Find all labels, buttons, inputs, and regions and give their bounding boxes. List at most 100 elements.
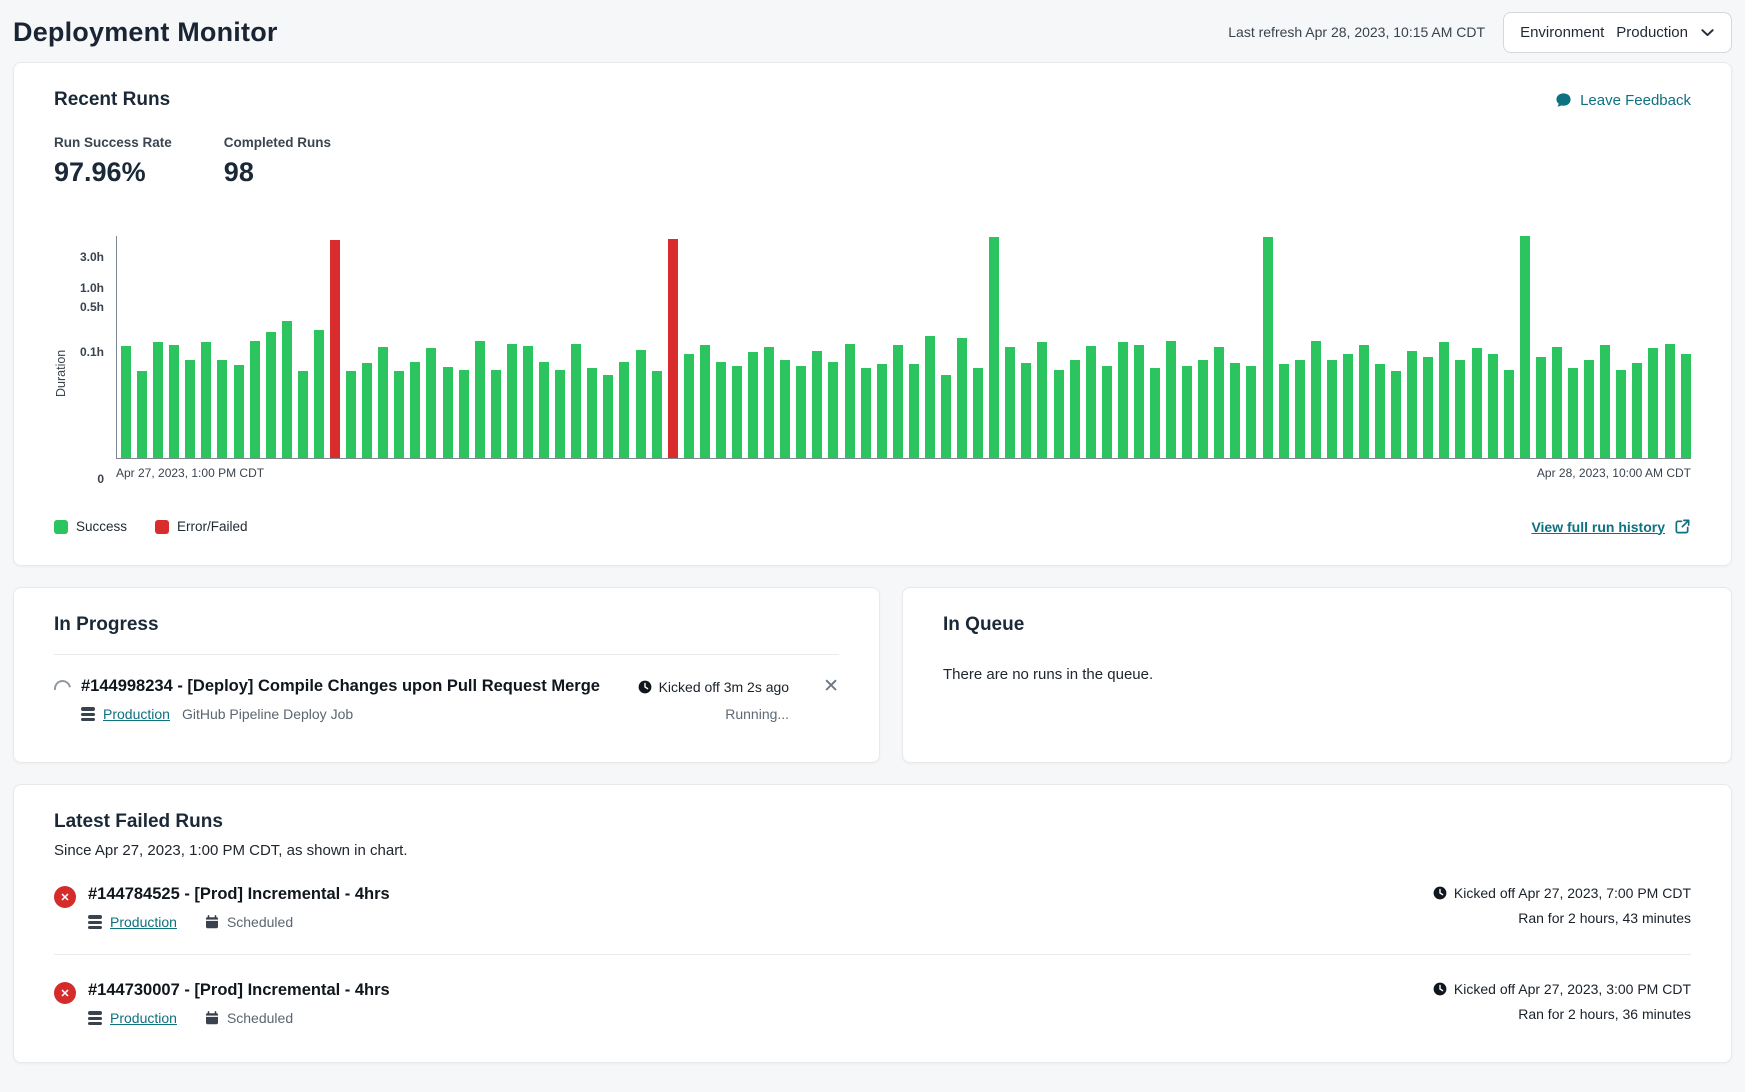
- run-bar[interactable]: [1279, 364, 1289, 458]
- run-bar[interactable]: [732, 366, 742, 458]
- run-bar[interactable]: [1407, 351, 1417, 458]
- run-bar[interactable]: [234, 365, 244, 458]
- run-bar[interactable]: [1504, 370, 1514, 458]
- leave-feedback-link[interactable]: Leave Feedback: [1555, 92, 1691, 109]
- run-bar[interactable]: [957, 338, 967, 458]
- run-bar[interactable]: [989, 237, 999, 458]
- run-bar[interactable]: [282, 321, 292, 458]
- run-bar[interactable]: [861, 368, 871, 458]
- view-full-run-history-link[interactable]: View full run history: [1531, 518, 1691, 535]
- run-bar[interactable]: [780, 360, 790, 458]
- run-bar[interactable]: [973, 368, 983, 458]
- run-bar[interactable]: [1391, 371, 1401, 458]
- run-bar[interactable]: [587, 368, 597, 458]
- run-bar[interactable]: [1214, 347, 1224, 458]
- run-bar[interactable]: [1005, 347, 1015, 458]
- run-bar[interactable]: [1054, 370, 1064, 458]
- run-bar[interactable]: [1439, 342, 1449, 458]
- run-bar[interactable]: [1681, 354, 1691, 458]
- run-bar[interactable]: [475, 341, 485, 458]
- run-bar[interactable]: [1472, 348, 1482, 458]
- run-bar[interactable]: [1520, 236, 1530, 458]
- run-bar[interactable]: [1118, 342, 1128, 458]
- run-bar[interactable]: [700, 345, 710, 458]
- run-bar[interactable]: [1536, 357, 1546, 458]
- run-bar[interactable]: [1086, 346, 1096, 458]
- run-bar[interactable]: [764, 347, 774, 458]
- run-bar[interactable]: [845, 344, 855, 458]
- run-bar[interactable]: [539, 362, 549, 458]
- run-bar[interactable]: [1166, 341, 1176, 458]
- run-bar[interactable]: [812, 351, 822, 458]
- environment-link[interactable]: Production: [103, 706, 170, 722]
- run-bar[interactable]: [925, 336, 935, 458]
- run-bar[interactable]: [893, 345, 903, 458]
- run-bar[interactable]: [1568, 368, 1578, 458]
- close-icon[interactable]: ✕: [823, 677, 839, 696]
- run-bar[interactable]: [909, 364, 919, 458]
- run-bar[interactable]: [941, 375, 951, 458]
- run-bar[interactable]: [1037, 342, 1047, 458]
- run-bar[interactable]: [1102, 366, 1112, 458]
- run-bar[interactable]: [828, 362, 838, 458]
- run-bar[interactable]: [1246, 366, 1256, 458]
- run-bar[interactable]: [877, 364, 887, 458]
- run-bar[interactable]: [314, 330, 324, 458]
- run-bar[interactable]: [1632, 363, 1642, 458]
- run-bar[interactable]: [668, 239, 678, 458]
- run-bar[interactable]: [748, 352, 758, 458]
- run-bar[interactable]: [443, 367, 453, 458]
- run-bar[interactable]: [1070, 360, 1080, 458]
- run-bar[interactable]: [201, 342, 211, 458]
- run-bar[interactable]: [121, 346, 131, 458]
- run-bar[interactable]: [378, 347, 388, 458]
- run-bar[interactable]: [185, 360, 195, 458]
- run-bar[interactable]: [330, 240, 340, 458]
- run-bar[interactable]: [1600, 345, 1610, 458]
- environment-link[interactable]: Production: [110, 914, 177, 930]
- run-bar[interactable]: [571, 344, 581, 458]
- run-bar[interactable]: [1488, 354, 1498, 458]
- run-bar[interactable]: [250, 341, 260, 458]
- run-bar[interactable]: [217, 360, 227, 458]
- run-bar[interactable]: [346, 371, 356, 458]
- run-bar[interactable]: [507, 344, 517, 458]
- run-bar[interactable]: [555, 370, 565, 458]
- run-bar[interactable]: [362, 363, 372, 458]
- run-bar[interactable]: [1359, 345, 1369, 458]
- run-bar[interactable]: [619, 362, 629, 458]
- run-bar[interactable]: [1423, 357, 1433, 458]
- run-bar[interactable]: [1311, 341, 1321, 458]
- run-bar[interactable]: [394, 371, 404, 458]
- run-bar[interactable]: [796, 366, 806, 458]
- run-bar[interactable]: [410, 362, 420, 458]
- run-bar[interactable]: [1665, 344, 1675, 458]
- run-bar[interactable]: [491, 370, 501, 458]
- run-bar[interactable]: [266, 332, 276, 458]
- run-bar[interactable]: [523, 346, 533, 458]
- run-bar[interactable]: [1295, 360, 1305, 458]
- run-bar[interactable]: [137, 371, 147, 458]
- run-bar[interactable]: [1182, 366, 1192, 458]
- run-bar[interactable]: [1327, 360, 1337, 458]
- run-bar[interactable]: [1134, 345, 1144, 458]
- run-bar[interactable]: [169, 345, 179, 458]
- run-bar[interactable]: [1455, 360, 1465, 458]
- run-bar[interactable]: [1198, 360, 1208, 458]
- run-bar[interactable]: [1230, 363, 1240, 458]
- run-bar[interactable]: [1150, 368, 1160, 458]
- run-bar[interactable]: [1021, 363, 1031, 458]
- run-bar[interactable]: [1375, 364, 1385, 458]
- run-bar[interactable]: [636, 350, 646, 458]
- environment-link[interactable]: Production: [110, 1010, 177, 1026]
- run-bar[interactable]: [716, 362, 726, 458]
- run-bar[interactable]: [1616, 370, 1626, 458]
- run-bar[interactable]: [603, 375, 613, 458]
- run-bar[interactable]: [298, 371, 308, 458]
- run-bar[interactable]: [426, 348, 436, 458]
- run-bar[interactable]: [684, 354, 694, 458]
- run-bar[interactable]: [1552, 347, 1562, 458]
- run-bar[interactable]: [459, 370, 469, 458]
- run-bar[interactable]: [1584, 360, 1594, 458]
- environment-dropdown[interactable]: Environment Production: [1503, 12, 1732, 53]
